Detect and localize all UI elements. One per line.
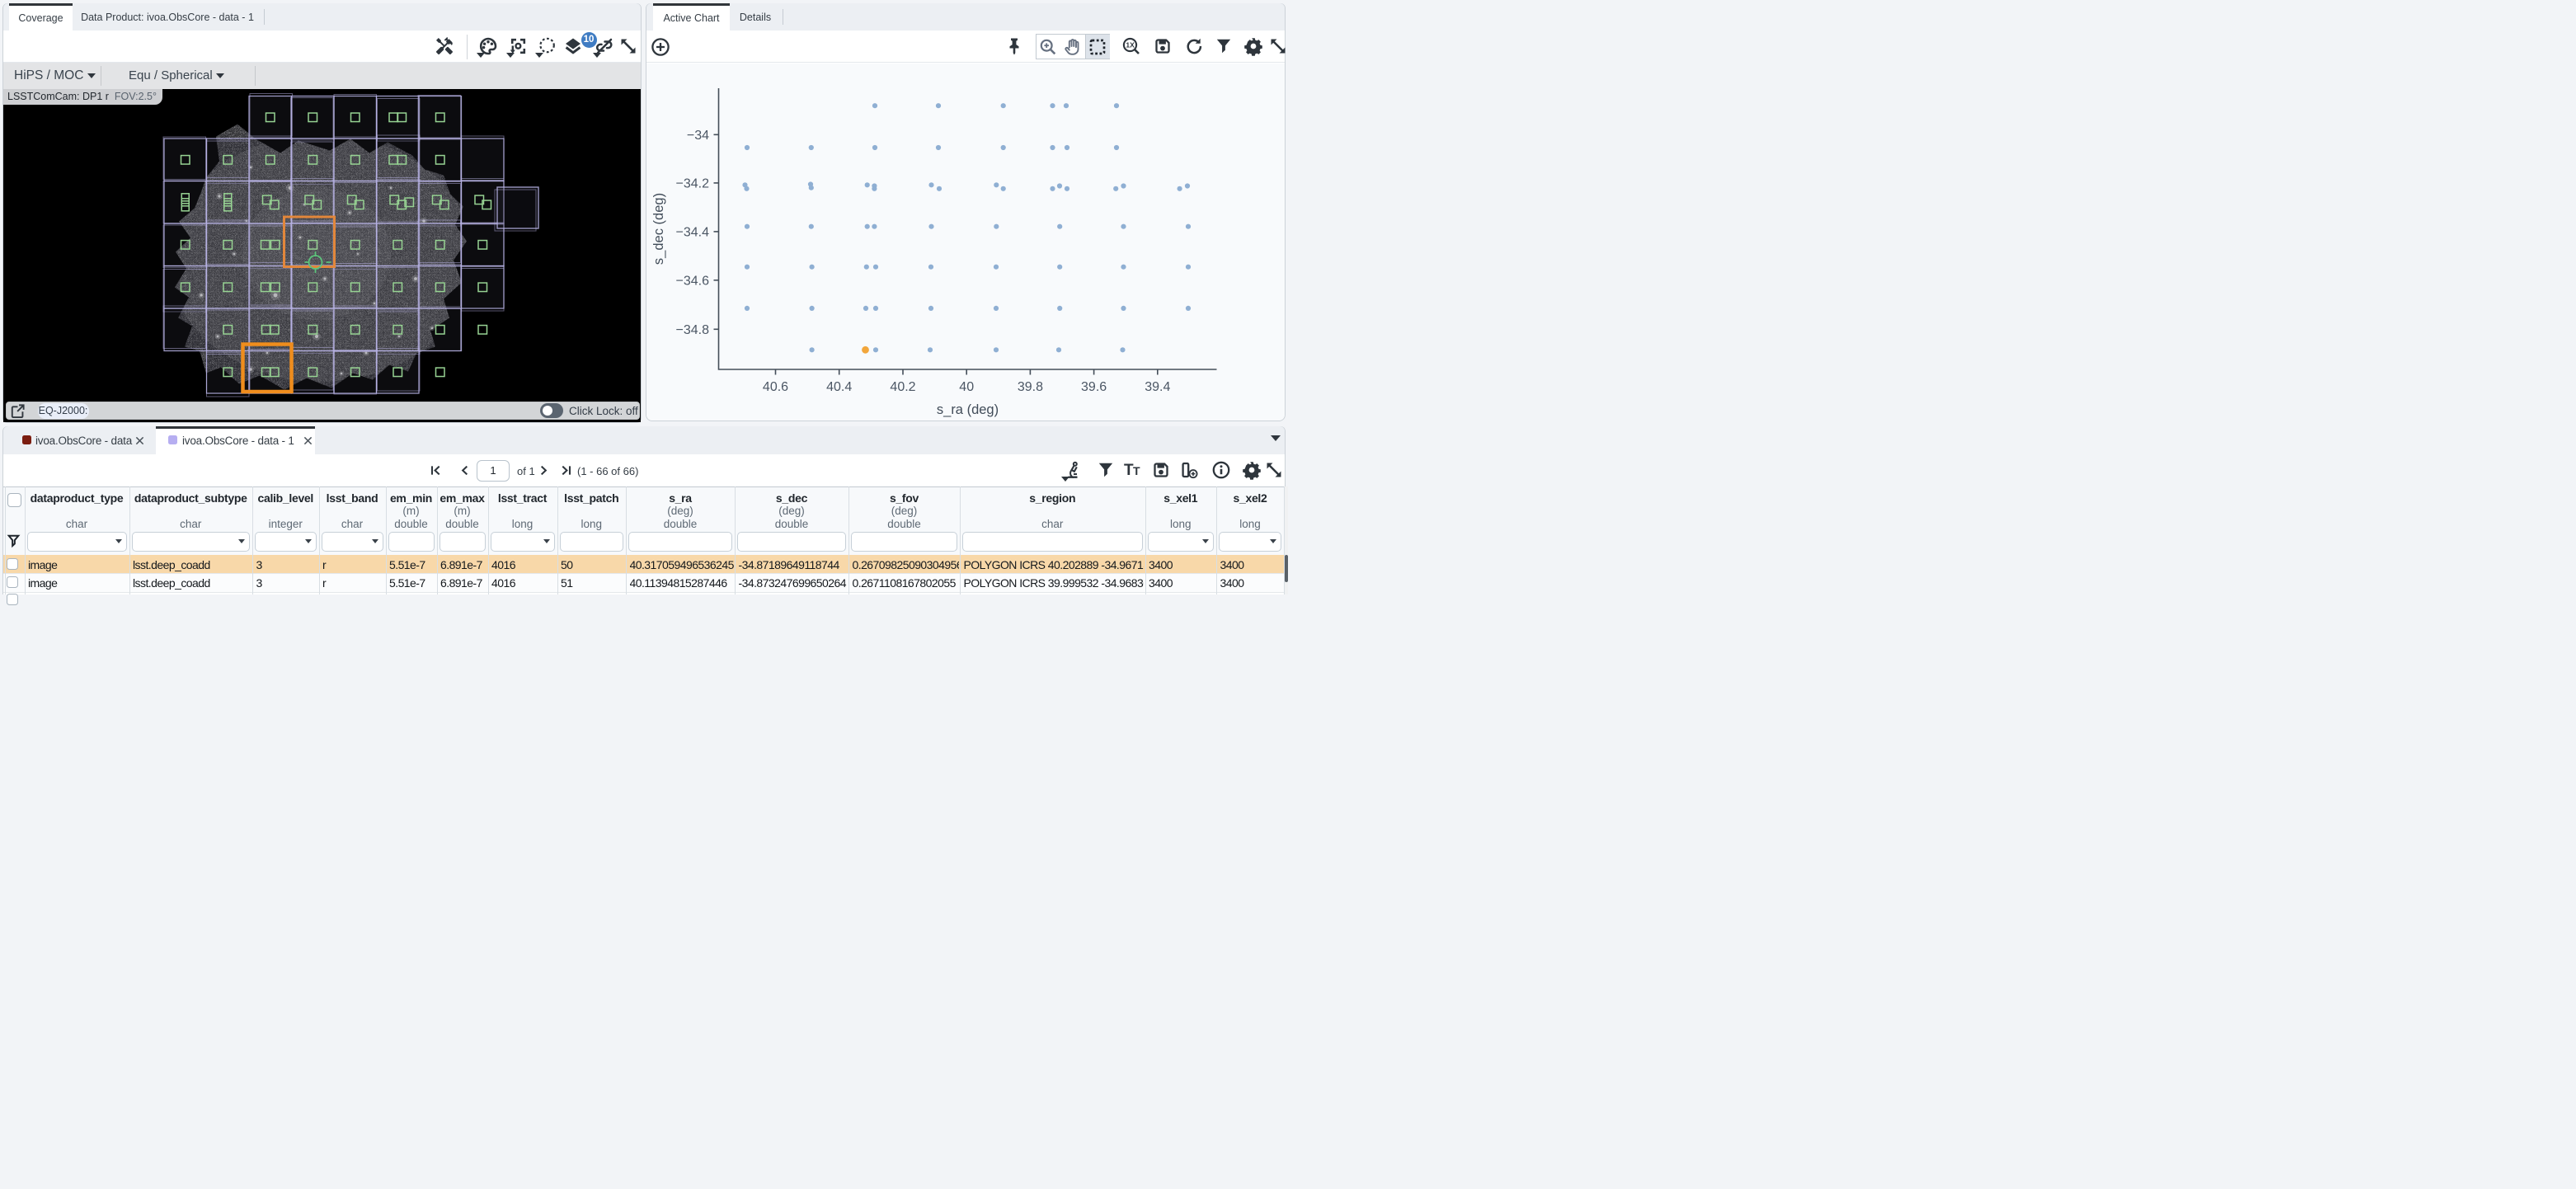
svg-text:40: 40	[959, 380, 974, 394]
svg-text:39.6: 39.6	[1081, 380, 1107, 394]
svg-text:s_ra (deg): s_ra (deg)	[937, 402, 999, 417]
svg-text:s_dec (deg): s_dec (deg)	[651, 193, 666, 265]
svg-text:−34.8: −34.8	[676, 323, 710, 337]
svg-text:T: T	[1133, 464, 1140, 477]
svg-text:−34: −34	[687, 129, 709, 143]
svg-text:−34.4: −34.4	[676, 225, 710, 239]
svg-text:39.4: 39.4	[1145, 380, 1170, 394]
svg-text:40.4: 40.4	[826, 380, 852, 394]
svg-text:39.8: 39.8	[1018, 380, 1043, 394]
svg-text:−34.2: −34.2	[676, 176, 710, 190]
svg-text:40.2: 40.2	[890, 380, 915, 394]
svg-text:1X: 1X	[1126, 41, 1135, 49]
svg-text:40.6: 40.6	[763, 380, 788, 394]
svg-text:−34.6: −34.6	[676, 274, 710, 288]
